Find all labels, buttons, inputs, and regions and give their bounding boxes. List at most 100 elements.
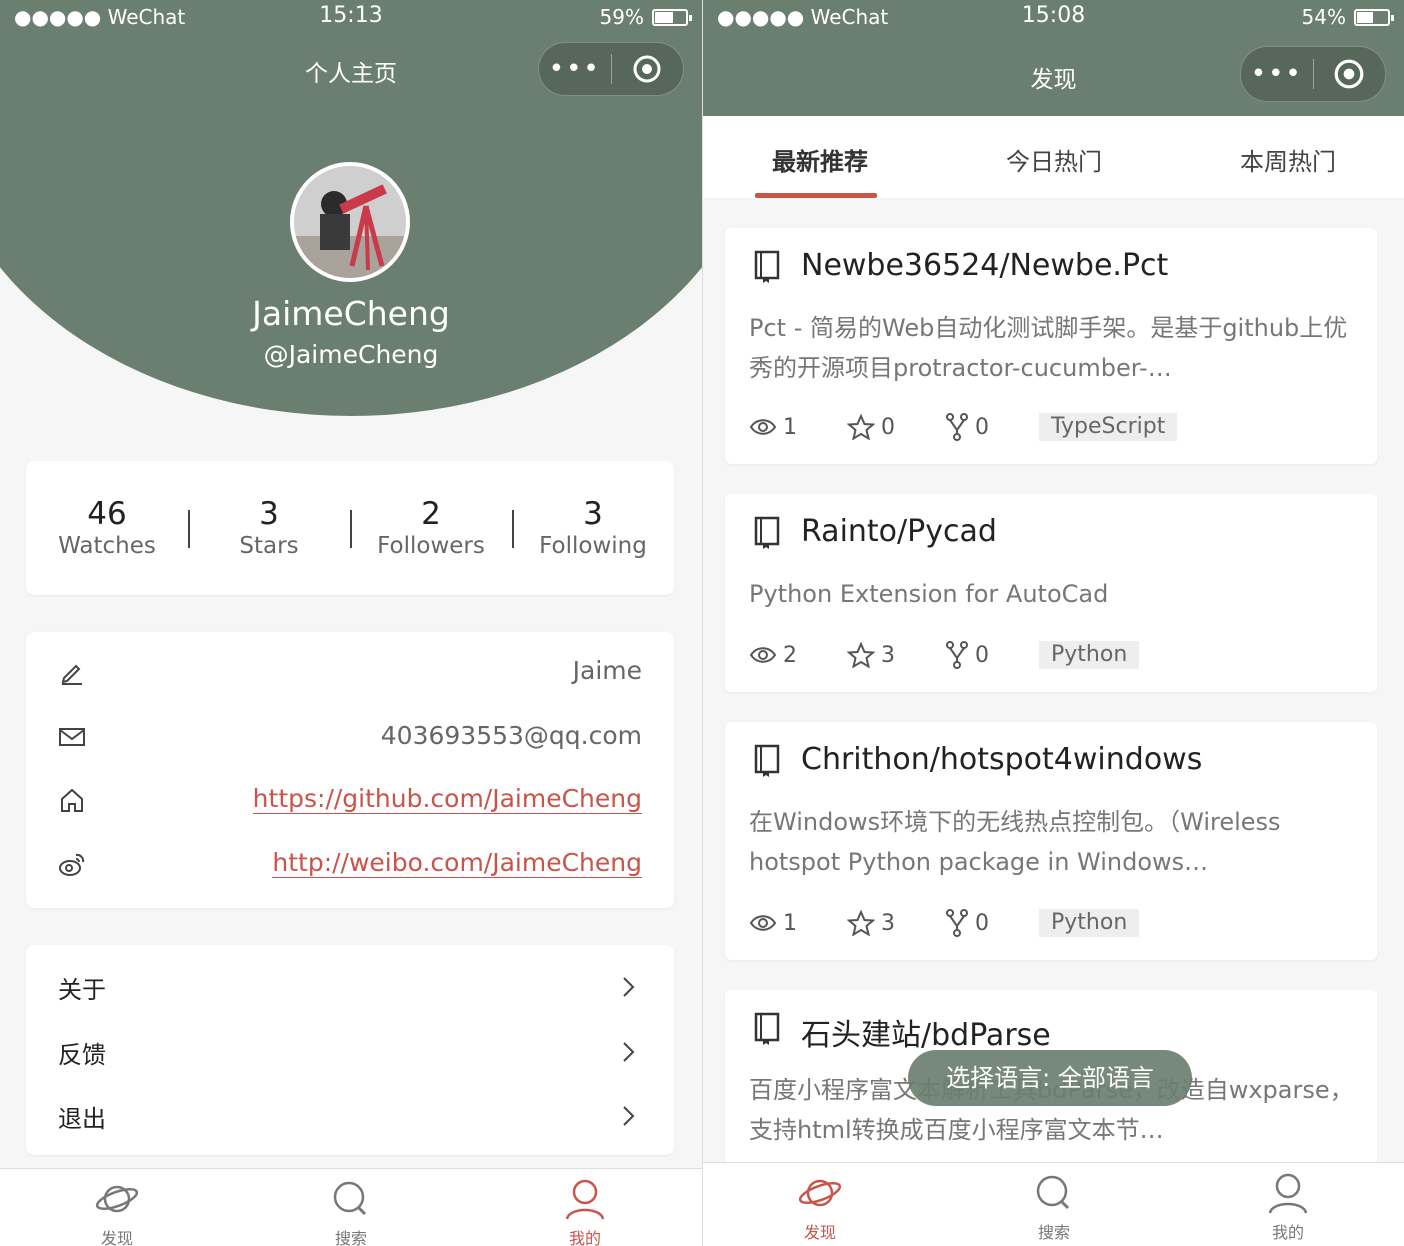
tab-discover[interactable]: 发现 [703,1163,937,1246]
star-icon [847,642,875,668]
planet-icon [95,1185,139,1213]
more-menu-button[interactable]: ••• [1241,61,1313,87]
fork-icon [946,413,968,441]
user-icon [1268,1173,1308,1214]
discover-screen: ●●●●● WeChat 15:08 54% 发现 ••• 最新推荐 今日热门 … [702,0,1404,1246]
status-bar: ●●●●● WeChat 15:08 54% [703,0,1404,34]
profile-username: JaimeCheng [252,294,450,333]
status-time: 15:13 [319,3,383,28]
feed-tabs: 最新推荐 今日热门 本周热门 [703,116,1404,198]
settings-menu: 关于 反馈 退出 [26,945,674,1155]
tab-week-trending[interactable]: 本周热门 [1171,116,1404,198]
repo-meta: 1 3 0 Python [749,908,1140,938]
language-badge: Python [1039,641,1140,669]
menu-item-feedback[interactable]: 反馈 [26,1027,674,1077]
menu-item-label: 退出 [58,1105,106,1133]
repo-meta: 2 3 0 Python [749,640,1140,670]
search-icon [1036,1175,1070,1210]
chevron-right-icon [623,1106,635,1126]
planet-icon [798,1179,842,1207]
battery-icon [1354,8,1394,26]
eye-icon [749,419,777,435]
menu-item-label: 关于 [58,976,106,1004]
info-row-blog: https://github.com/JaimeCheng [26,780,674,820]
close-miniprogram-button[interactable] [612,54,684,84]
mail-icon [59,728,85,746]
fork-count: 0 [975,910,989,936]
stat-count: 2 [421,496,441,532]
avatar[interactable] [290,162,410,282]
repo-description: Pct - 简易的Web自动化测试脚手架。是基于github上优秀的开源项目pr… [749,314,1348,382]
eye-icon [749,647,777,663]
tab-label: 搜索 [1037,1223,1070,1242]
language-toast: 选择语言: 全部语言 [908,1050,1192,1106]
stat-label: Following [539,533,647,559]
stat-count: 46 [87,496,127,532]
language-badge: Python [1039,909,1140,937]
menu-item-logout[interactable]: 退出 [26,1091,674,1141]
tab-today-trending[interactable]: 今日热门 [937,116,1171,198]
repo-card[interactable]: Rainto/Pycad Python Extension for AutoCa… [725,494,1377,692]
tab-label: 发现 [803,1223,836,1242]
nav-bar: 发现 ••• [703,34,1404,116]
repo-name: Newbe36524/Newbe.Pct [801,248,1169,283]
tab-search[interactable]: 搜索 [937,1163,1171,1246]
tab-label: 我的 [1271,1223,1304,1242]
repo-book-icon [754,744,780,777]
tab-latest[interactable]: 最新推荐 [703,116,937,198]
weibo-link[interactable]: http://weibo.com/JaimeCheng [272,848,642,878]
stat-following[interactable]: 3 Following [512,496,674,560]
target-icon [633,55,661,83]
profile-screen: ●●●●● WeChat 15:13 59% 个人主页 ••• JaimeChe… [0,0,702,1246]
watch-count: 1 [783,414,797,440]
fork-count: 0 [975,642,989,668]
profile-info-card: Jaime 403693553@qq.com https://github.co… [26,632,674,908]
tab-mine[interactable]: 我的 [468,1169,702,1246]
stat-label: Followers [377,533,485,559]
watch-count: 2 [783,642,797,668]
stat-count: 3 [583,496,603,532]
target-icon [1334,59,1364,89]
repo-name: Rainto/Pycad [801,514,997,549]
user-icon [565,1179,605,1220]
repo-name: 石头建站/bdParse [801,1018,1051,1053]
eye-icon [749,915,777,931]
repo-name: Chrithon/hotspot4windows [801,742,1203,777]
menu-item-about[interactable]: 关于 [26,962,674,1012]
stat-stars[interactable]: 3 Stars [188,496,350,560]
star-count: 3 [881,642,895,668]
stats-card: 46 Watches 3 Stars 2 Followers 3 Followi… [26,461,674,595]
stat-watches[interactable]: 46 Watches [26,496,188,560]
miniprogram-capsule: ••• [1240,46,1386,102]
repo-card[interactable]: Chrithon/hotspot4windows 在Windows环境下的无线热… [725,722,1377,960]
nav-bar: 个人主页 ••• [0,34,702,106]
status-bar: ●●●●● WeChat 15:13 59% [0,0,702,34]
edit-icon [61,664,82,685]
battery-percent: 54% [1301,5,1346,29]
stat-label: Watches [58,533,156,559]
repo-card[interactable]: Newbe36524/Newbe.Pct Pct - 简易的Web自动化测试脚手… [725,228,1377,464]
tab-label: 搜索 [334,1229,367,1246]
fork-count: 0 [975,414,989,440]
tab-discover[interactable]: 发现 [0,1169,234,1246]
stat-label: Stars [239,533,299,559]
status-time: 15:08 [1021,3,1086,28]
blog-link[interactable]: https://github.com/JaimeCheng [252,784,642,814]
star-icon [847,414,875,440]
miniprogram-capsule: ••• [538,42,684,96]
star-count: 3 [881,910,895,936]
repo-meta: 1 0 0 TypeScript [749,412,1178,442]
tab-search[interactable]: 搜索 [234,1169,468,1246]
repo-book-icon [754,516,780,549]
info-row-name: Jaime [26,652,674,692]
more-menu-button[interactable]: ••• [539,56,611,82]
bottom-tab-bar: 发现 搜索 我的 [703,1162,1404,1246]
stat-followers[interactable]: 2 Followers [350,496,512,560]
bottom-tab-bar: 发现 搜索 我的 [0,1168,702,1246]
tab-label: 发现 [100,1229,133,1246]
star-icon [847,910,875,936]
search-icon [333,1181,367,1216]
repo-description: Python Extension for AutoCad [749,580,1109,608]
close-miniprogram-button[interactable] [1314,58,1386,90]
tab-mine[interactable]: 我的 [1171,1163,1404,1246]
